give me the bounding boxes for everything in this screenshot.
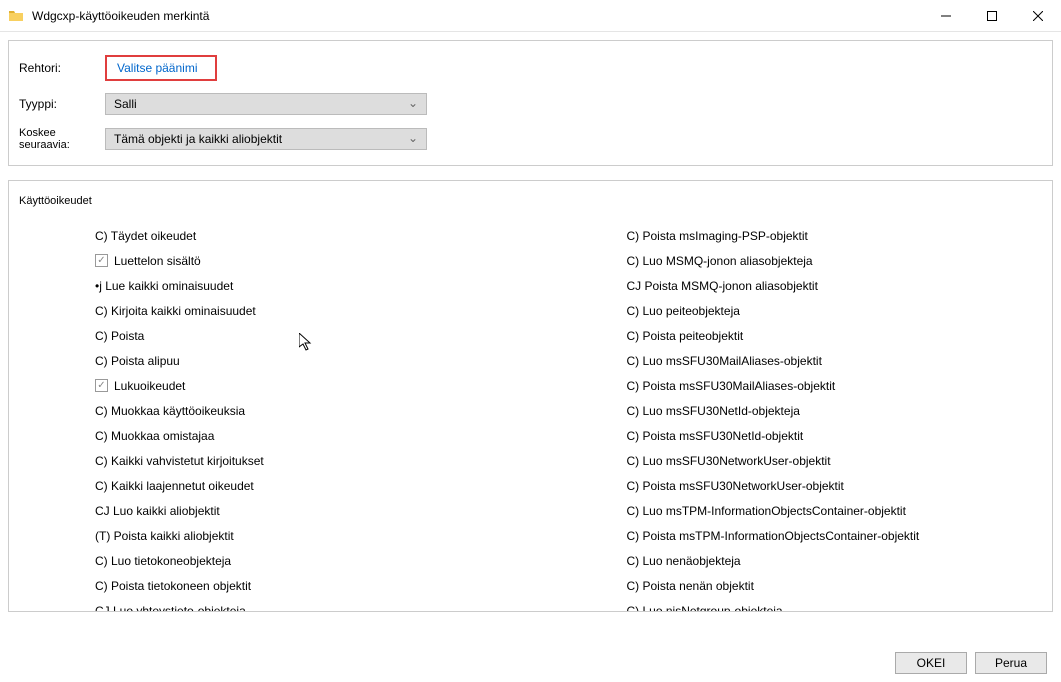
permission-label: C) Kaikki laajennetut oikeudet xyxy=(95,479,254,493)
permission-item[interactable]: Luettelon sisältö xyxy=(95,248,511,273)
permission-label: C) Poista peiteobjektit xyxy=(627,329,744,343)
permission-item[interactable]: C) Poista alipuu xyxy=(95,348,511,373)
permission-label: C) Luo peiteobjekteja xyxy=(627,304,740,318)
cancel-button[interactable]: Perua xyxy=(975,652,1047,674)
permission-label: CJ Luo kaikki aliobjektit xyxy=(95,504,220,518)
permission-item[interactable]: C) Muokkaa käyttöoikeuksia xyxy=(95,398,511,423)
permission-item[interactable]: C) Poista msSFU30NetId-objektit xyxy=(627,423,1043,448)
window-title: Wdgcxp-käyttöoikeuden merkintä xyxy=(32,9,923,23)
permission-item[interactable]: C) Luo tietokoneobjekteja xyxy=(95,548,511,573)
permission-label: C) Poista alipuu xyxy=(95,354,180,368)
permission-checkbox[interactable] xyxy=(95,254,108,267)
permission-item[interactable]: C) Luo nisNetgroup-objekteja xyxy=(627,598,1043,612)
permission-checkbox[interactable] xyxy=(95,379,108,392)
select-principal-link[interactable]: Valitse päänimi xyxy=(105,55,217,81)
permission-label: C) Muokkaa käyttöoikeuksia xyxy=(95,404,245,418)
permission-item[interactable]: (T) Poista kaikki aliobjektit xyxy=(95,523,511,548)
titlebar: Wdgcxp-käyttöoikeuden merkintä xyxy=(0,0,1061,32)
permission-label: CJ Luo yhteystieto-objekteja xyxy=(95,604,246,613)
permission-label: C) Luo msSFU30MailAliases-objektit xyxy=(627,354,822,368)
permission-item[interactable]: C) Kirjoita kaikki ominaisuudet xyxy=(95,298,511,323)
permission-label: C) Luo msSFU30NetworkUser-objektit xyxy=(627,454,831,468)
window-controls xyxy=(923,0,1061,31)
folder-icon xyxy=(8,8,24,24)
permission-label: Lukuoikeudet xyxy=(114,379,185,393)
permission-label: C) Poista msSFU30NetworkUser-objektit xyxy=(627,479,844,493)
permission-item[interactable]: •j Lue kaikki ominaisuudet xyxy=(95,273,511,298)
permission-label: C) Poista msTPM-InformationObjectsContai… xyxy=(627,529,920,543)
permission-label: C) Kaikki vahvistetut kirjoitukset xyxy=(95,454,264,468)
permission-label: C) Poista nenän objektit xyxy=(627,579,754,593)
permission-item[interactable]: CJ Luo kaikki aliobjektit xyxy=(95,498,511,523)
permission-label: C) Luo nisNetgroup-objekteja xyxy=(627,604,783,613)
permission-item[interactable]: C) Luo MSMQ-jonon aliasobjekteja xyxy=(627,248,1043,273)
permissions-title: Käyttöoikeudet xyxy=(19,195,1042,207)
type-dropdown[interactable]: Salli xyxy=(105,93,427,115)
permission-item[interactable]: C) Poista tietokoneen objektit xyxy=(95,573,511,598)
dialog-footer: OKEI Perua xyxy=(895,652,1047,674)
permission-label: C) Poista msImaging-PSP-objektit xyxy=(627,229,808,243)
permission-label: C) Kirjoita kaikki ominaisuudet xyxy=(95,304,256,318)
permission-item[interactable]: C) Luo msSFU30NetId-objekteja xyxy=(627,398,1043,423)
permission-label: C) Poista msSFU30NetId-objektit xyxy=(627,429,804,443)
permission-item[interactable]: C) Poista peiteobjektit xyxy=(627,323,1043,348)
permission-label: C) Luo nenäobjekteja xyxy=(627,554,741,568)
applies-value: Tämä objekti ja kaikki aliobjektit xyxy=(114,132,282,146)
permission-item[interactable]: C) Täydet oikeudet xyxy=(95,223,511,248)
permission-label: C) Muokkaa omistajaa xyxy=(95,429,214,443)
permission-item[interactable]: C) Kaikki vahvistetut kirjoitukset xyxy=(95,448,511,473)
permission-item[interactable]: C) Luo msSFU30MailAliases-objektit xyxy=(627,348,1043,373)
permission-label: C) Poista tietokoneen objektit xyxy=(95,579,251,593)
permission-label: C) Luo tietokoneobjekteja xyxy=(95,554,231,568)
permission-label: C) Luo msSFU30NetId-objekteja xyxy=(627,404,800,418)
permission-item[interactable]: Lukuoikeudet xyxy=(95,373,511,398)
permission-label: (T) Poista kaikki aliobjektit xyxy=(95,529,234,543)
permission-item[interactable]: C) Poista msSFU30NetworkUser-objektit xyxy=(627,473,1043,498)
permission-item[interactable]: C) Luo msSFU30NetworkUser-objektit xyxy=(627,448,1043,473)
permission-item[interactable]: C) Poista xyxy=(95,323,511,348)
permission-item[interactable]: C) Poista msImaging-PSP-objektit xyxy=(627,223,1043,248)
permissions-right-column: C) Poista msImaging-PSP-objektit C) Luo M… xyxy=(551,223,1043,612)
permission-label: Luettelon sisältö xyxy=(114,254,201,268)
permission-item[interactable]: CJ Luo yhteystieto-objekteja xyxy=(95,598,511,612)
minimize-button[interactable] xyxy=(923,0,969,32)
type-label: Tyyppi: xyxy=(19,97,105,111)
applies-dropdown[interactable]: Tämä objekti ja kaikki aliobjektit xyxy=(105,128,427,150)
header-panel: Rehtori: Valitse päänimi Tyyppi: Salli K… xyxy=(8,40,1053,166)
permission-item[interactable]: C) Luo peiteobjekteja xyxy=(627,298,1043,323)
ok-button[interactable]: OKEI xyxy=(895,652,967,674)
permissions-panel: Käyttöoikeudet C) Täydet oikeudet Luettel… xyxy=(8,180,1053,612)
permission-item[interactable]: C) Luo nenäobjekteja xyxy=(627,548,1043,573)
permission-label: •j Lue kaikki ominaisuudet xyxy=(95,279,233,293)
permission-label: C) Täydet oikeudet xyxy=(95,229,196,243)
principal-label: Rehtori: xyxy=(19,61,105,75)
permission-label: C) Luo msTPM-InformationObjectsContainer… xyxy=(627,504,906,518)
permission-item[interactable]: CJ Poista MSMQ-jonon aliasobjektit xyxy=(627,273,1043,298)
permission-item[interactable]: C) Poista nenän objektit xyxy=(627,573,1043,598)
close-button[interactable] xyxy=(1015,0,1061,32)
applies-label: Koskee seuraavia: xyxy=(19,127,105,151)
permission-label: C) Poista xyxy=(95,329,144,343)
permission-item[interactable]: C) Poista msTPM-InformationObjectsContai… xyxy=(627,523,1043,548)
permission-label: C) Luo MSMQ-jonon aliasobjekteja xyxy=(627,254,813,268)
permission-item[interactable]: C) Poista msSFU30MailAliases-objektit xyxy=(627,373,1043,398)
permission-item[interactable]: C) Kaikki laajennetut oikeudet xyxy=(95,473,511,498)
maximize-button[interactable] xyxy=(969,0,1015,32)
permission-label: CJ Poista MSMQ-jonon aliasobjektit xyxy=(627,279,818,293)
type-value: Salli xyxy=(114,97,137,111)
permission-label: C) Poista msSFU30MailAliases-objektit xyxy=(627,379,836,393)
permission-item[interactable]: C) Muokkaa omistajaa xyxy=(95,423,511,448)
permission-item[interactable]: C) Luo msTPM-InformationObjectsContainer… xyxy=(627,498,1043,523)
permissions-left-column: C) Täydet oikeudet Luettelon sisältö •j Lu… xyxy=(19,223,511,612)
